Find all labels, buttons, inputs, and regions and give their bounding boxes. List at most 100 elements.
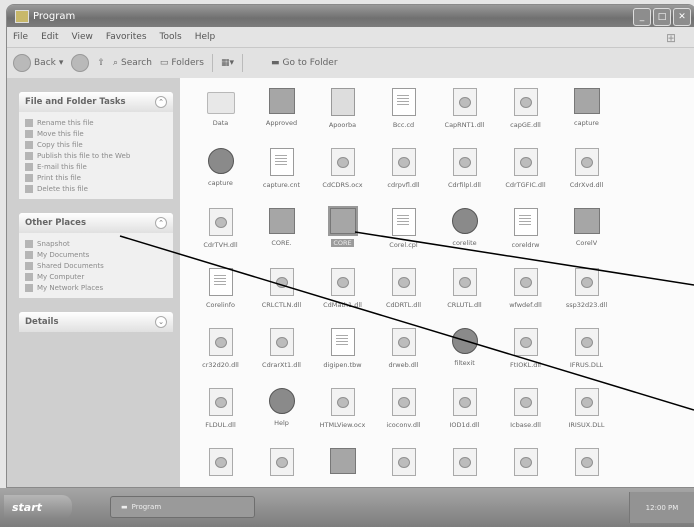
task-icon bbox=[25, 272, 33, 281]
file-item[interactable]: CORE. bbox=[251, 206, 312, 266]
file-item[interactable]: Cdrfilpl.dll bbox=[434, 146, 495, 206]
file-list-pane[interactable]: Data Approved Apoorba Bcc.cd CapRNT1.dll capG… bbox=[180, 78, 694, 487]
task-link-copy-this-file[interactable]: Copy this file bbox=[25, 139, 167, 150]
file-item[interactable]: CORE bbox=[312, 206, 373, 266]
file-name: digipen.tbw bbox=[323, 361, 362, 369]
panel-header[interactable]: Details ⌄ bbox=[19, 312, 173, 332]
file-item[interactable] bbox=[312, 446, 373, 487]
file-item[interactable]: Icbase.dll bbox=[495, 386, 556, 446]
file-item[interactable] bbox=[251, 446, 312, 487]
chevron-up-icon[interactable]: ⌃ bbox=[155, 96, 167, 108]
menu-view[interactable]: View bbox=[72, 32, 93, 42]
file-item[interactable]: drweb.dll bbox=[373, 326, 434, 386]
file-item[interactable]: Data bbox=[190, 86, 251, 146]
file-item[interactable]: CRLCTLN.dll bbox=[251, 266, 312, 326]
file-item[interactable]: IFRUS.DLL bbox=[556, 326, 617, 386]
file-item[interactable]: IRISUX.DLL bbox=[556, 386, 617, 446]
task-link-label: My Computer bbox=[37, 272, 85, 281]
minimize-button[interactable]: _ bbox=[633, 8, 651, 26]
back-button[interactable]: Back ▾ bbox=[13, 54, 63, 72]
taskbar-item-program[interactable]: ▬ Program bbox=[110, 496, 255, 518]
chevron-down-icon[interactable]: ⌄ bbox=[155, 316, 167, 328]
file-item[interactable]: cr32d20.dll bbox=[190, 326, 251, 386]
forward-button[interactable] bbox=[71, 54, 90, 72]
start-button[interactable]: start bbox=[4, 495, 72, 519]
panel-header[interactable]: File and Folder Tasks ⌃ bbox=[19, 92, 173, 112]
panel-header[interactable]: Other Places ⌃ bbox=[19, 213, 173, 233]
file-item[interactable]: Help bbox=[251, 386, 312, 446]
file-item[interactable]: CdrTVH.dll bbox=[190, 206, 251, 266]
file-item[interactable]: Bcc.cd bbox=[373, 86, 434, 146]
file-item[interactable]: icoconv.dll bbox=[373, 386, 434, 446]
file-item[interactable]: CRLUTL.dll bbox=[434, 266, 495, 326]
dll-file-icon bbox=[452, 388, 477, 416]
dll-file-icon bbox=[574, 388, 599, 416]
file-item[interactable]: capture bbox=[190, 146, 251, 206]
file-item[interactable]: CdCDRS.ocx bbox=[312, 146, 373, 206]
file-item[interactable]: Corelinfo bbox=[190, 266, 251, 326]
menu-help[interactable]: Help bbox=[195, 32, 216, 42]
views-button[interactable]: ▦▾ bbox=[221, 58, 234, 68]
task-link-label: Delete this file bbox=[37, 184, 88, 193]
file-item[interactable] bbox=[373, 446, 434, 487]
menu-file[interactable]: File bbox=[13, 32, 28, 42]
menu-edit[interactable]: Edit bbox=[41, 32, 58, 42]
dll-file-icon bbox=[574, 148, 599, 176]
file-item[interactable] bbox=[434, 446, 495, 487]
file-name: drweb.dll bbox=[388, 361, 419, 369]
search-button[interactable]: ⌕ Search bbox=[113, 58, 152, 68]
task-link-my-network-places[interactable]: My Network Places bbox=[25, 282, 167, 293]
file-item[interactable]: cdrpvfl.dll bbox=[373, 146, 434, 206]
task-link-rename-this-file[interactable]: Rename this file bbox=[25, 117, 167, 128]
title-bar[interactable]: Program _ □ ✕ bbox=[7, 5, 694, 27]
chevron-up-icon[interactable]: ⌃ bbox=[155, 217, 167, 229]
menu-tools[interactable]: Tools bbox=[160, 32, 182, 42]
file-item[interactable]: FLDUL.dll bbox=[190, 386, 251, 446]
file-item[interactable]: Apoorba bbox=[312, 86, 373, 146]
task-link-print-this-file[interactable]: Print this file bbox=[25, 172, 167, 183]
task-link-e-mail-this-file[interactable]: E-mail this file bbox=[25, 161, 167, 172]
task-link-move-this-file[interactable]: Move this file bbox=[25, 128, 167, 139]
file-item[interactable]: coreldrw bbox=[495, 206, 556, 266]
file-item[interactable]: FtIOKL.dll bbox=[495, 326, 556, 386]
file-item[interactable] bbox=[495, 446, 556, 487]
file-item[interactable]: IOD1d.dll bbox=[434, 386, 495, 446]
file-item[interactable]: CdrarXt1.dll bbox=[251, 326, 312, 386]
go-to-folder-button[interactable]: ▬ Go to Folder bbox=[271, 58, 338, 68]
panel-title: Details bbox=[25, 317, 59, 327]
file-item[interactable]: HTMLView.ocx bbox=[312, 386, 373, 446]
file-item[interactable]: ssp32d23.dll bbox=[556, 266, 617, 326]
menu-favorites[interactable]: Favorites bbox=[106, 32, 147, 42]
file-item[interactable]: Corel.cpl bbox=[373, 206, 434, 266]
task-link-delete-this-file[interactable]: Delete this file bbox=[25, 183, 167, 194]
file-item[interactable]: wfwdef.dll bbox=[495, 266, 556, 326]
up-folder-icon[interactable]: ⇧ bbox=[97, 58, 105, 68]
file-name: CdMath1.dll bbox=[323, 301, 362, 309]
file-item[interactable]: CorelV bbox=[556, 206, 617, 266]
file-item[interactable]: digipen.tbw bbox=[312, 326, 373, 386]
file-name: ssp32d23.dll bbox=[565, 301, 608, 309]
file-item[interactable]: corelite bbox=[434, 206, 495, 266]
file-item[interactable]: CdMath1.dll bbox=[312, 266, 373, 326]
file-name: wfwdef.dll bbox=[509, 301, 542, 309]
folders-button[interactable]: ▭ Folders bbox=[160, 58, 204, 68]
task-link-publish-this-file-to-the-web[interactable]: Publish this file to the Web bbox=[25, 150, 167, 161]
file-item[interactable]: CdDRTL.dll bbox=[373, 266, 434, 326]
file-item[interactable]: CapRNT1.dll bbox=[434, 86, 495, 146]
task-link-my-computer[interactable]: My Computer bbox=[25, 271, 167, 282]
close-button[interactable]: ✕ bbox=[673, 8, 691, 26]
task-link-shared-documents[interactable]: Shared Documents bbox=[25, 260, 167, 271]
task-icon bbox=[25, 129, 33, 138]
file-item[interactable]: capture.cnt bbox=[251, 146, 312, 206]
maximize-button[interactable]: □ bbox=[653, 8, 671, 26]
file-item[interactable] bbox=[190, 446, 251, 487]
file-item[interactable]: CdrTGFIC.dll bbox=[495, 146, 556, 206]
file-item[interactable]: filtexit bbox=[434, 326, 495, 386]
file-item[interactable]: capGE.dll bbox=[495, 86, 556, 146]
file-item[interactable] bbox=[556, 446, 617, 487]
task-link-snapshot[interactable]: Snapshot bbox=[25, 238, 167, 249]
task-link-my-documents[interactable]: My Documents bbox=[25, 249, 167, 260]
file-item[interactable]: CdrXvd.dll bbox=[556, 146, 617, 206]
file-item[interactable]: capture bbox=[556, 86, 617, 146]
file-item[interactable]: Approved bbox=[251, 86, 312, 146]
